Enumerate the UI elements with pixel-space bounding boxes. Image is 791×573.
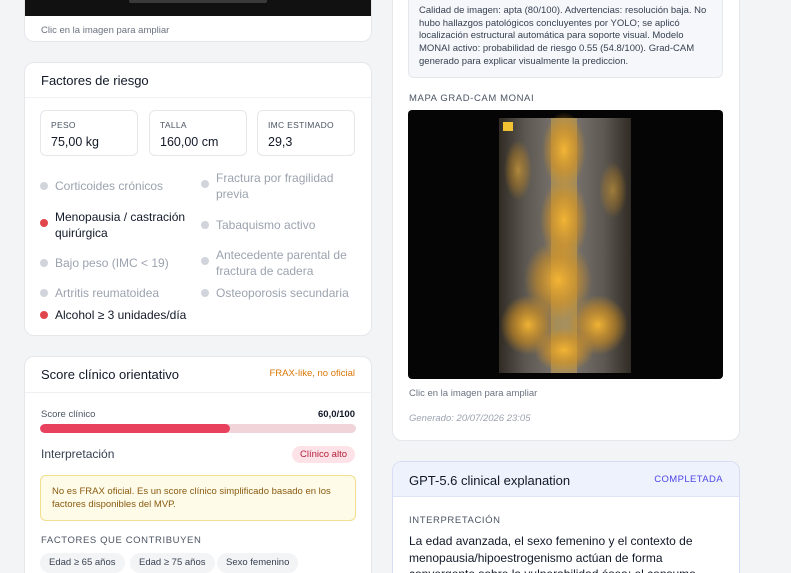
risk-factor-alcohol: Alcohol ≥ 3 unidades/día — [40, 307, 240, 323]
score-progress-fill — [40, 424, 230, 433]
risk-factor-secondary-osteoporosis: Osteoporosis secundaria — [201, 285, 351, 301]
risk-factors-title: Factores de riesgo — [41, 73, 149, 88]
weight-metric: PESO 75,00 kg — [40, 110, 138, 156]
inactive-dot-icon — [40, 182, 48, 190]
quality-note-box: Calidad de imagen: apta (80/100). Advert… — [408, 0, 723, 78]
score-value: 60,0/100 — [318, 409, 355, 420]
risk-factor-label: Antecedente parental de fractura de cade… — [216, 248, 347, 278]
weight-label: PESO — [51, 120, 76, 130]
interpretation-label: Interpretación — [41, 447, 115, 461]
bmi-value: 29,3 — [268, 135, 293, 149]
interpretation-badge: Clínico alto — [292, 446, 355, 463]
gradcam-zoom-caption: Clic en la imagen para ampliar — [409, 388, 538, 399]
gradcam-map-title: MAPA GRAD-CAM MONAI — [409, 93, 535, 104]
risk-factor-corticoids: Corticoides crónicos — [40, 178, 200, 194]
gradcam-heatmap-svg — [499, 112, 631, 373]
contributor-chip: Sexo femenino — [217, 553, 299, 573]
bmi-metric: IMC ESTIMADO 29,3 — [257, 110, 355, 156]
weight-value: 75,00 kg — [51, 135, 99, 149]
inactive-dot-icon — [201, 221, 209, 229]
gpt-status-badge: COMPLETADA — [654, 474, 723, 485]
divider — [25, 392, 371, 393]
risk-factor-label: Alcohol ≥ 3 unidades/día — [55, 308, 187, 322]
contributors-heading: FACTORES QUE CONTRIBUYEN — [41, 535, 202, 546]
inactive-dot-icon — [201, 257, 209, 265]
risk-factor-rheumatoid-arthritis: Artritis reumatoidea — [40, 285, 200, 301]
inactive-dot-icon — [201, 180, 209, 188]
xray-image-card: Clic en la imagen para ampliar — [24, 0, 372, 42]
contributor-chip: Edad ≥ 65 años — [40, 553, 125, 573]
score-label: Score clínico — [41, 409, 96, 420]
height-label: TALLA — [160, 120, 187, 130]
frax-disclaimer-box: No es FRAX oficial. Es un score clínico … — [40, 475, 356, 521]
frax-disclaimer-text: No es FRAX oficial. Es un score clínico … — [52, 486, 331, 510]
quality-note-text: Calidad de imagen: apta (80/100). Advert… — [419, 5, 707, 67]
risk-factor-label: Corticoides crónicos — [55, 179, 164, 193]
gpt-explanation-text: La edad avanzada, el sexo femenino y el … — [409, 534, 696, 573]
inactive-dot-icon — [40, 259, 48, 267]
height-value: 160,00 cm — [160, 135, 219, 149]
interpretation-heading: INTERPRETACIÓN — [409, 515, 501, 526]
image-zoom-caption: Clic en la imagen para ampliar — [41, 25, 170, 36]
risk-factor-label: Osteoporosis secundaria — [216, 286, 349, 300]
bmi-label: IMC ESTIMADO — [268, 120, 334, 130]
frax-tag: FRAX-like, no oficial — [269, 368, 355, 379]
inactive-dot-icon — [40, 289, 48, 297]
score-progress-track — [40, 424, 356, 433]
risk-factor-smoking: Tabaquismo activo — [201, 217, 351, 233]
contributor-chip: Edad ≥ 75 años — [130, 553, 215, 573]
risk-factor-parental-hip-fracture: Antecedente parental de fractura de cade… — [201, 247, 351, 279]
gpt-card-title: GPT-5.6 clinical explanation — [409, 473, 571, 488]
risk-factor-label: Tabaquismo activo — [216, 218, 316, 232]
inactive-dot-icon — [201, 289, 209, 297]
clinical-score-title: Score clínico orientativo — [41, 367, 180, 382]
risk-factor-label: Artritis reumatoidea — [55, 286, 160, 300]
divider — [25, 97, 371, 98]
height-metric: TALLA 160,00 cm — [149, 110, 247, 156]
generated-timestamp: Generado: 20/07/2026 23:05 — [409, 413, 531, 424]
risk-factor-low-weight: Bajo peso (IMC < 19) — [40, 255, 200, 271]
risk-factor-label: Menopausia / castración quirúrgica — [55, 210, 186, 240]
risk-factor-label: Fractura por fragilidad previa — [216, 171, 334, 201]
active-dot-icon — [40, 219, 48, 227]
gradcam-heatmap-image[interactable] — [408, 110, 723, 379]
risk-factor-fragility-fracture: Fractura por fragilidad previa — [201, 170, 351, 202]
xray-image-thumbnail[interactable] — [25, 0, 371, 16]
active-dot-icon — [40, 311, 48, 319]
risk-factor-menopause: Menopausia / castración quirúrgica — [40, 209, 200, 241]
risk-factor-label: Bajo peso (IMC < 19) — [55, 256, 169, 270]
